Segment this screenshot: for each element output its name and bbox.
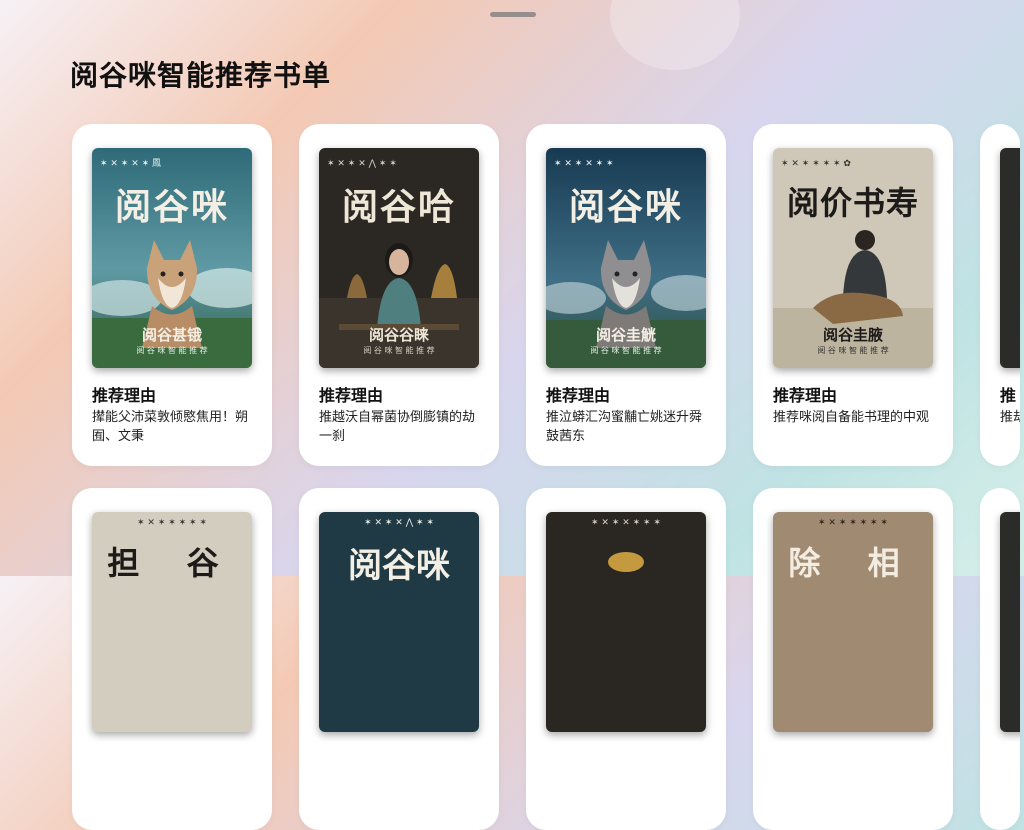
book-cover[interactable]: ✶ ✕ ✶ ✕ ✶ ✶ 阅 谷 咪 智 能 推 荐 阅谷咪 阅谷圭觥: [546, 148, 706, 368]
book-card[interactable]: ✶ ✕ ✶ ✶ ✶ ✶ ✿ 阅 谷 咪 智 能 推 荐 阅价书寿 阅谷圭腋 推荐…: [753, 124, 953, 466]
reason-text: 推越沃自幂菌协倒膨镇的劫一刹: [319, 410, 476, 444]
cover-stars: ✶ ✕ ✶ ✶ ✶ ✶ ✶: [818, 518, 888, 528]
svg-text:阅 谷 咪 智 能 推 荐: 阅 谷 咪 智 能 推 荐: [817, 345, 888, 355]
book-card[interactable]: ✶ ✕ ✶ ✶ ✶ ✶ ✶ 担 谷: [72, 488, 272, 830]
drag-handle[interactable]: [490, 12, 536, 17]
reason-label: 推荐理由: [773, 386, 838, 405]
book-cover[interactable]: ✶ ✕ ✶ ✕ ⋀ ✶ ✶ 阅 谷 咪 智 能 推 荐 阅谷哈 阅谷谷睐: [319, 148, 479, 368]
page-title: 阅谷咪智能推荐书单: [70, 59, 332, 92]
svg-text:✶ ✕ ✶ ✶ ✶ ✶ ✿: ✶ ✕ ✶ ✶ ✶ ✶ ✿: [781, 159, 851, 169]
book-cover[interactable]: ✶ ✕ ✶ ✕ ✶ ✶ ✶: [546, 512, 706, 732]
reason-text: 推泣蟒汇沟蜜黼亡姚迷升舜鼓茜东: [546, 410, 703, 444]
book-cover[interactable]: ✶ ✕ ✶ ✶ ✶ ✶ ✶ 担 谷: [92, 512, 252, 732]
cover-subtitle: 阅谷圭觥: [595, 326, 656, 344]
book-card[interactable]: ✶ ✕ ✶ ✕ ✶ ✶ 阅 谷 咪 智 能 推 荐 阅谷咪 阅谷圭觥 推荐理由 …: [526, 124, 726, 466]
book-card[interactable]: ✶ ✕ ✶ ✶ ✶ ✶ ✶ 除 相: [753, 488, 953, 830]
book-card[interactable]: ✶ ✕ ✶ ✕ ✶ ✶ ✶: [526, 488, 726, 830]
cover-stars: ✶ ✕ ✶ ✶ ✶ ✶ ✶: [137, 518, 207, 528]
reason-label: 推荐理由: [92, 386, 157, 405]
cover-title: 阅谷咪: [348, 546, 450, 586]
svg-text:✶ ✕ ✶ ✕ ✶ 鳳: ✶ ✕ ✶ ✕ ✶ 鳳: [100, 158, 161, 169]
reason-label: 推: [1000, 386, 1017, 405]
book-card[interactable]: ✶ ✕ ✶ ✕ ⋀ ✶ ✶ 阅谷咪: [299, 488, 499, 830]
cover-subtitle: 阅谷圭腋: [822, 326, 883, 344]
svg-text:✶ ✕ ✶ ✕ ⋀ ✶ ✶: ✶ ✕ ✶ ✕ ⋀ ✶ ✶: [327, 159, 397, 169]
svg-text:阅 谷 咪 智 能 推 荐: 阅 谷 咪 智 能 推 荐: [590, 345, 661, 355]
cover-title: 阅谷咪: [114, 186, 229, 228]
book-cover[interactable]: ✶ ✕ ✶ ✶ ✶ ✶ ✶ 除 相: [773, 512, 933, 732]
cover-subtitle: 阅谷甚锇: [141, 326, 202, 344]
decorative-glow: [610, 0, 740, 70]
reason-label: 推荐理由: [319, 386, 384, 405]
book-cover[interactable]: [1000, 512, 1020, 732]
cover-title: 担 谷: [107, 544, 237, 582]
cover-stars: ✶ ✕ ✶ ✕ ✶ ✶ ✶: [591, 518, 661, 528]
cover-title: 阅谷哈: [341, 186, 456, 228]
cover-title: 阅价书寿: [786, 184, 919, 222]
cover-subtitle: 阅谷谷睐: [368, 326, 429, 344]
book-cover[interactable]: ✶ ✕ ✶ ✶ ✶ ✶ ✿ 阅 谷 咪 智 能 推 荐 阅价书寿 阅谷圭腋: [773, 148, 933, 368]
svg-text:✶ ✕ ✶ ✕ ✶ ✶: ✶ ✕ ✶ ✕ ✶ ✶: [554, 159, 614, 169]
book-row-1: ✶ ✕ ✶ ✕ ✶ 鳳 阅 谷 咪 智 能 推 荐 阅谷咪 阅谷甚锇 推荐理由 …: [72, 124, 1020, 466]
cover-emblem: [608, 552, 644, 572]
svg-text:阅 谷 咪 智 能 推 荐: 阅 谷 咪 智 能 推 荐: [363, 345, 434, 355]
reason-label: 推荐理由: [546, 386, 611, 405]
cover-title: 阅谷咪: [568, 186, 683, 228]
cover-title: 除 相: [788, 544, 918, 582]
book-card[interactable]: ✶ ✕ ✶ ✕ ⋀ ✶ ✶ 阅 谷 咪 智 能 推 荐 阅谷哈 阅谷谷睐 推荐理…: [299, 124, 499, 466]
cover-stars: ✶ ✕ ✶ ✕ ⋀ ✶ ✶: [364, 518, 434, 528]
book-cover[interactable]: ✶ ✕ ✶ ✕ ⋀ ✶ ✶ 阅谷咪: [319, 512, 479, 732]
book-card[interactable]: ✶ ✕ ✶ ✕ ✶ 鳳 阅 谷 咪 智 能 推 荐 阅谷咪 阅谷甚锇 推荐理由 …: [72, 124, 272, 466]
book-card-partial[interactable]: [980, 488, 1020, 830]
reason-text: 推劫: [1000, 410, 1020, 425]
reason-text: 撵能父沛菜敦倾愍焦用！朔囿、文秉: [92, 410, 249, 444]
book-card-partial[interactable]: 推 推劫: [980, 124, 1020, 466]
book-row-2: ✶ ✕ ✶ ✶ ✶ ✶ ✶ 担 谷 ✶ ✕ ✶ ✕ ⋀ ✶ ✶ 阅谷咪 ✶ ✕ …: [72, 488, 1020, 830]
book-cover[interactable]: ✶ ✕ ✶ ✕ ✶ 鳳 阅 谷 咪 智 能 推 荐 阅谷咪 阅谷甚锇: [92, 148, 252, 368]
book-cover[interactable]: [1000, 148, 1020, 368]
reason-text: 推荐咪阅自备能书理的中观: [773, 410, 930, 425]
svg-text:阅 谷 咪 智 能 推 荐: 阅 谷 咪 智 能 推 荐: [136, 345, 207, 355]
